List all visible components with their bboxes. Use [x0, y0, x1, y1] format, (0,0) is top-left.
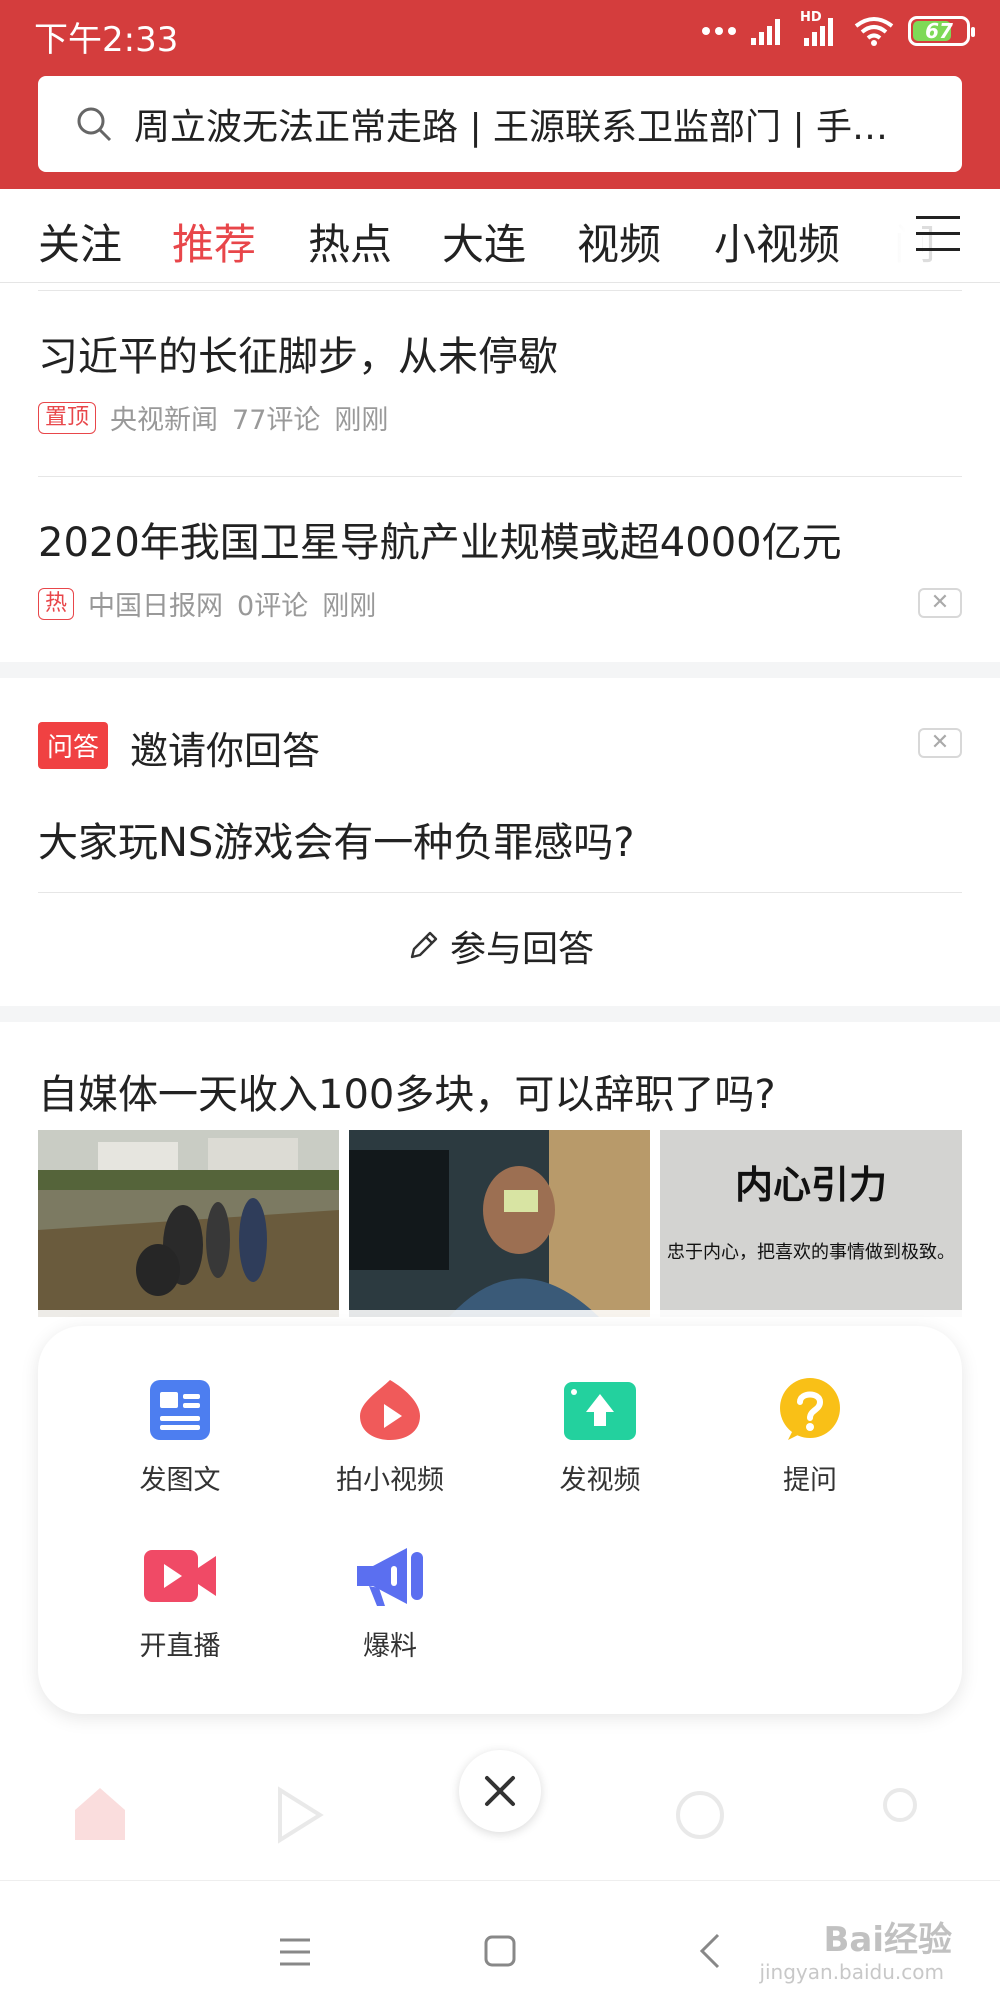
answer-label: 参与回答 [449, 929, 594, 970]
channel-menu-icon[interactable] [916, 216, 960, 256]
hd-signal-icon: HD [800, 10, 840, 48]
qa-badge: 问答 [38, 722, 109, 769]
divider [38, 476, 962, 477]
article-image-field[interactable] [38, 1130, 339, 1317]
article-source: 中国日报网 [88, 591, 224, 622]
close-icon: ✕ [930, 590, 950, 615]
action-label: 发视频 [559, 1465, 641, 1496]
watermark-logo: Bai经验 [823, 1920, 952, 1960]
dismiss-button[interactable]: ✕ [918, 588, 962, 618]
search-icon [77, 107, 112, 142]
article-title[interactable]: 习近平的长征脚步，从未停歇 [38, 324, 558, 382]
pinned-tag: 置顶 [38, 401, 97, 434]
quote-image-title: 内心引力 [735, 1162, 887, 1207]
tab-recommend[interactable]: 推荐 [172, 211, 256, 272]
question-icon [778, 1378, 842, 1442]
live-camera-icon [144, 1544, 216, 1608]
answer-button[interactable]: 参与回答 [0, 920, 1000, 972]
action-label: 爆料 [363, 1631, 417, 1662]
hot-tag: 热 [38, 587, 75, 620]
status-icons: HD 67 [702, 10, 975, 48]
action-label: 提问 [783, 1465, 837, 1496]
section-gap [0, 662, 1000, 678]
report-news-button[interactable]: 爆料 [300, 1544, 480, 1663]
tab-hot[interactable]: 热点 [308, 211, 392, 272]
article-source: 央视新闻 [110, 405, 219, 436]
article-comments: 77评论 [232, 405, 321, 436]
action-label: 拍小视频 [336, 1465, 444, 1496]
ask-question-button[interactable]: 提问 [720, 1378, 900, 1497]
status-time: 下午2:33 [34, 20, 179, 60]
channel-tabs: 关注 推荐 热点 大连 视频 小视频 问 [0, 189, 1000, 283]
publish-menu: 发图文 拍小视频 发视频 提问 开直播 爆料 [38, 1326, 962, 1714]
signal-icon [751, 19, 780, 45]
tab-video[interactable]: 视频 [577, 211, 661, 272]
publish-image-text-button[interactable]: 发图文 [90, 1378, 270, 1497]
wifi-icon [854, 17, 894, 46]
quote-image-subtitle: 忠于内心，把喜欢的事情做到极致。 [667, 1242, 955, 1263]
close-menu-button[interactable] [459, 1750, 541, 1832]
short-video-icon [358, 1378, 422, 1442]
divider [38, 892, 962, 893]
qa-question[interactable]: 大家玩NS游戏会有一种负罪感吗? [38, 810, 635, 868]
dismiss-button[interactable]: ✕ [918, 728, 962, 758]
action-label: 发图文 [139, 1465, 221, 1496]
article-title[interactable]: 2020年我国卫星导航产业规模或超4000亿元 [38, 510, 842, 568]
article-meta: 置顶 央视新闻 77评论 刚刚 [38, 398, 388, 437]
article-comments: 0评论 [237, 591, 309, 622]
watermark-url: jingyan.baidu.com [759, 1960, 944, 1984]
search-bar[interactable]: 周立波无法正常走路 | 王源联系卫监部门 | 手… [38, 76, 962, 172]
section-gap [0, 1006, 1000, 1022]
upload-video-button[interactable]: 发视频 [510, 1378, 690, 1497]
article-image-quote[interactable]: 内心引力 忠于内心，把喜欢的事情做到极致。 [660, 1130, 962, 1317]
back-icon[interactable] [698, 1933, 722, 1969]
pencil-icon [410, 931, 438, 959]
image-text-icon [148, 1378, 212, 1442]
megaphone-icon [357, 1544, 423, 1608]
tab-follow[interactable]: 关注 [38, 211, 122, 272]
home-icon[interactable] [484, 1935, 516, 1967]
close-icon [485, 1776, 515, 1806]
tab-short-video[interactable]: 小视频 [714, 211, 840, 272]
action-label: 开直播 [139, 1631, 221, 1662]
tab-dalian[interactable]: 大连 [442, 211, 526, 272]
upload-video-icon [564, 1378, 636, 1442]
qa-invite-label: 邀请你回答 [130, 729, 321, 773]
more-dots-icon [702, 27, 736, 35]
article-time: 刚刚 [334, 405, 389, 436]
tab-fade [866, 209, 922, 269]
article-time: 刚刚 [322, 591, 377, 622]
menu-icon[interactable] [278, 1937, 312, 1967]
record-short-video-button[interactable]: 拍小视频 [300, 1378, 480, 1497]
article-image-office[interactable] [349, 1130, 650, 1317]
article-title[interactable]: 自媒体一天收入100多块，可以辞职了吗? [38, 1062, 776, 1120]
divider [38, 290, 962, 291]
search-suggestion-text: 周立波无法正常走路 | 王源联系卫监部门 | 手… [134, 107, 889, 148]
close-icon: ✕ [930, 730, 950, 755]
article-meta: 热 中国日报网 0评论 刚刚 [38, 584, 376, 623]
battery-icon: 67 [908, 16, 975, 46]
go-live-button[interactable]: 开直播 [90, 1544, 270, 1663]
app-header: 下午2:33 HD 67 周立波无法正常走路 | 王源联系卫监部门 | 手… [0, 0, 1000, 189]
